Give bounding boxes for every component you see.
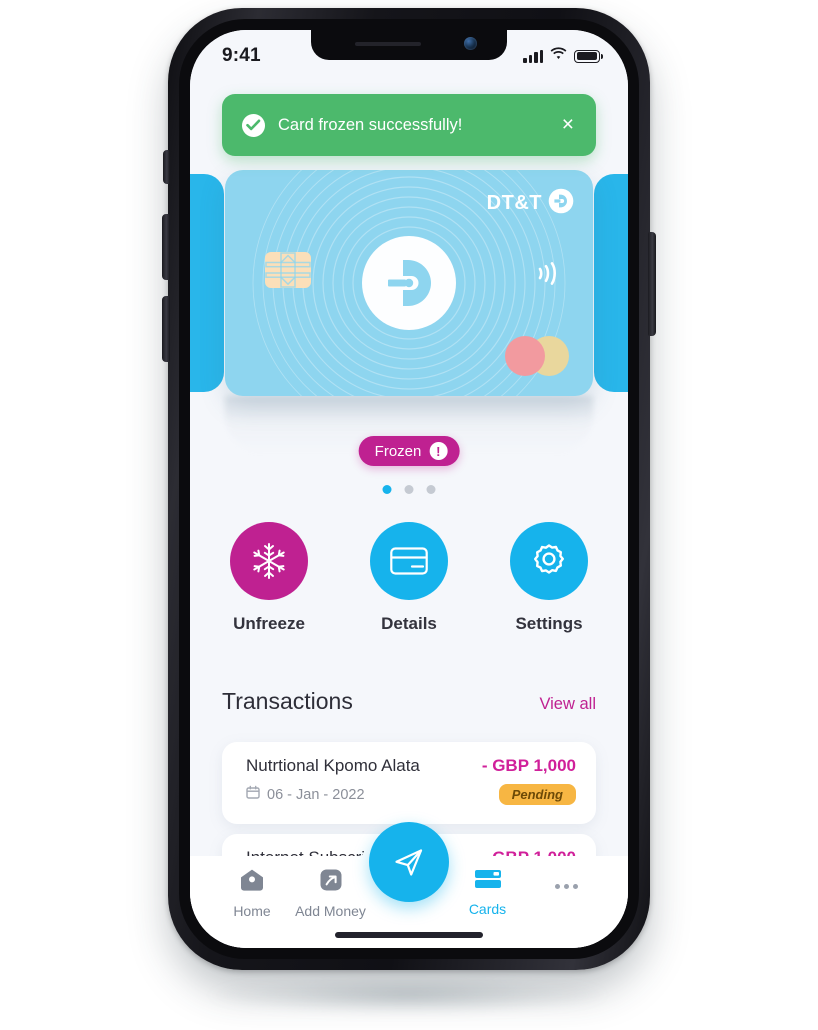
dtt-circle-logo-icon [548,188,574,219]
toast-message: Card frozen successfully! [278,115,463,134]
carousel-dots[interactable] [382,485,436,494]
arrow-up-right-box-icon [318,868,344,897]
card-carousel[interactable]: DT&T [190,170,628,400]
send-plane-icon[interactable] [369,822,449,902]
signal-bars-icon [523,49,543,63]
status-badge-frozen[interactable]: Frozen ! [358,436,460,466]
cards-icon [474,868,502,895]
card-brand-text: DT&T [486,192,542,214]
transaction-name: Nutrtional Kpomo Alata [246,756,420,775]
home-icon [239,868,265,897]
phone-screen: 9:41 Card frozen successfully! × DT&T Fr… [190,30,628,948]
contactless-icon [535,258,561,293]
status-badge-label: Frozen [374,442,422,460]
snowflake-icon [230,522,308,600]
card-actions: Unfreeze Details Settings [190,522,628,634]
carousel-dot-1[interactable] [382,485,392,494]
carousel-dot-2[interactable] [404,485,414,494]
transaction-meta: - GBP 1,000 Pending [482,756,576,824]
transaction-date-row: 06 - Jan - 2022 [246,785,420,804]
calendar-icon [246,785,260,804]
volume-up-button[interactable] [162,214,170,280]
action-unfreeze[interactable]: Unfreeze [230,522,308,634]
transaction-row[interactable]: Nutrtional Kpomo Alata 06 - Jan - 2022 -… [222,742,596,824]
phone-drop-shadow [208,975,608,1015]
silent-switch-button[interactable] [163,150,170,184]
earpiece-speaker [355,42,421,46]
credit-card-icon [370,522,448,600]
emv-chip-icon [265,252,311,288]
carousel-peek-card-next[interactable] [594,174,628,392]
gear-icon [510,522,588,600]
nav-label-cards: Cards [468,901,507,917]
front-camera-icon [464,37,477,50]
nav-label-home: Home [233,903,271,919]
dtt-mark-icon [362,236,456,330]
nav-item-add-money[interactable]: Add Money [295,868,367,919]
volume-down-button[interactable] [162,296,170,362]
transaction-date: 06 - Jan - 2022 [267,786,365,803]
nav-label-add-money: Add Money [295,903,366,919]
mastercard-icon [505,336,569,376]
action-settings[interactable]: Settings [510,522,588,634]
nav-item-home[interactable]: Home [216,868,288,919]
bank-card-frozen[interactable]: DT&T [225,170,593,396]
transactions-header: Transactions View all [222,688,596,715]
nav-item-cards[interactable]: Cards [452,868,524,917]
close-icon[interactable]: × [560,112,576,139]
action-label-unfreeze: Unfreeze [233,614,305,633]
check-circle-icon [242,113,265,137]
card-brand: DT&T [487,188,574,219]
app-screen-cards: 9:41 Card frozen successfully! × DT&T Fr… [190,30,628,948]
toast-notification[interactable]: Card frozen successfully! × [222,94,596,156]
phone-notch [311,30,507,60]
section-title-transactions: Transactions [222,688,353,714]
wifi-icon [550,47,567,65]
carousel-peek-card-previous[interactable] [190,174,224,392]
info-exclamation-icon: ! [429,442,448,460]
action-label-details: Details [381,614,437,633]
status-bar-icons [523,47,604,65]
status-badge: Pending [498,784,576,805]
power-button[interactable] [648,232,656,336]
status-bar-time: 9:41 [222,45,261,66]
carousel-dot-3[interactable] [426,485,436,494]
screenshot-canvas: 9:41 Card frozen successfully! × DT&T Fr… [0,0,818,1030]
transaction-amount: - GBP 1,000 [481,756,576,775]
action-details[interactable]: Details [370,522,448,634]
view-all-link[interactable]: View all [539,695,596,714]
transaction-info: Nutrtional Kpomo Alata 06 - Jan - 2022 [246,756,420,824]
action-label-settings: Settings [515,614,583,633]
home-indicator[interactable] [335,932,483,938]
more-dots-icon[interactable] [530,868,602,889]
battery-full-icon [574,49,604,63]
